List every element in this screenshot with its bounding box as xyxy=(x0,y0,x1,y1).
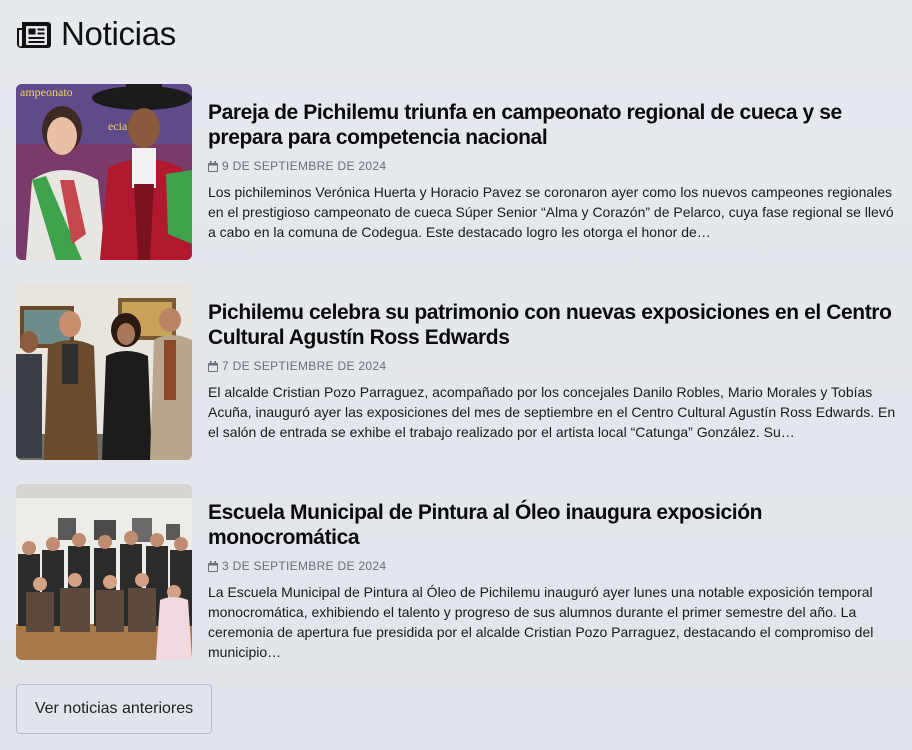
news-image[interactable] xyxy=(16,484,192,660)
news-excerpt: La Escuela Municipal de Pintura al Óleo … xyxy=(208,584,874,660)
news-date-text: 7 DE SEPTIEMBRE DE 2024 xyxy=(222,359,387,373)
news-item[interactable]: ampeonato ecia Sa Pareja de Pichilemu tr… xyxy=(16,84,896,260)
news-title[interactable]: Escuela Municipal de Pintura al Óleo ina… xyxy=(208,500,896,550)
news-date: 3 DE SEPTIEMBRE DE 2024 xyxy=(208,559,896,573)
older-news-button[interactable]: Ver noticias anteriores xyxy=(16,684,212,734)
news-title[interactable]: Pareja de Pichilemu triunfa en campeonat… xyxy=(208,100,896,150)
news-excerpt: Los pichileminos Verónica Huerta y Horac… xyxy=(208,184,894,240)
calendar-icon xyxy=(208,160,218,172)
banner-text: ampeonato xyxy=(20,85,73,99)
calendar-icon xyxy=(208,360,218,372)
page-title: Noticias xyxy=(61,15,176,52)
news-image[interactable]: ampeonato ecia Sa xyxy=(16,84,192,260)
calendar-icon xyxy=(208,560,218,572)
news-date: 9 DE SEPTIEMBRE DE 2024 xyxy=(208,159,896,173)
newspaper-icon xyxy=(16,17,52,51)
page-header: Noticias xyxy=(16,12,176,56)
news-date-text: 3 DE SEPTIEMBRE DE 2024 xyxy=(222,559,387,573)
news-item[interactable]: Pichilemu celebra su patrimonio con nuev… xyxy=(16,284,896,460)
news-excerpt: El alcalde Cristian Pozo Parraguez, acom… xyxy=(208,384,896,440)
news-date-text: 9 DE SEPTIEMBRE DE 2024 xyxy=(222,159,387,173)
news-date: 7 DE SEPTIEMBRE DE 2024 xyxy=(208,359,896,373)
news-item[interactable]: Escuela Municipal de Pintura al Óleo ina… xyxy=(16,484,896,660)
news-title[interactable]: Pichilemu celebra su patrimonio con nuev… xyxy=(208,300,896,350)
news-image[interactable] xyxy=(16,284,192,460)
